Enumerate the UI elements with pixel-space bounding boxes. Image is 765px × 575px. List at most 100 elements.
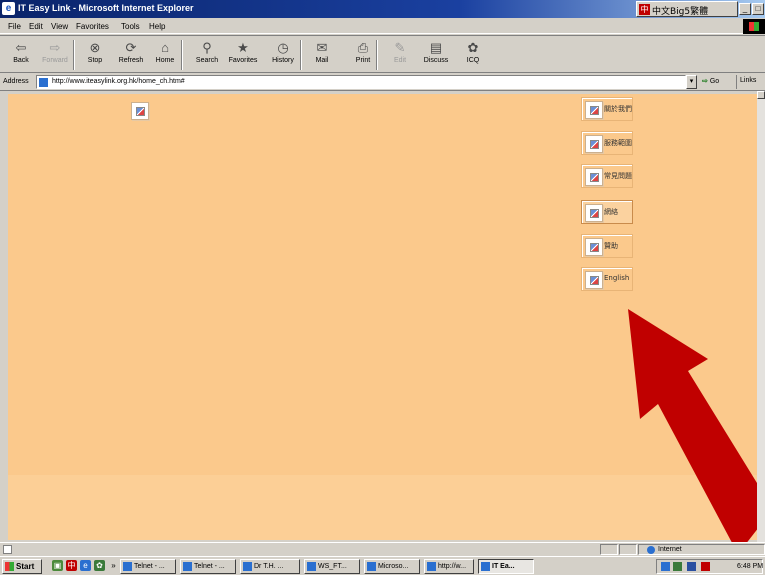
- nav-item[interactable]: 常見問題: [581, 164, 633, 188]
- forward-arrow-icon: ⇨: [49, 40, 61, 55]
- links-button[interactable]: Links: [736, 75, 759, 89]
- history-icon: ◷: [277, 40, 289, 55]
- stop-icon: ⊗: [89, 40, 101, 55]
- security-zone: Internet: [638, 544, 765, 555]
- ie-logo-icon[interactable]: e: [2, 2, 15, 15]
- nav-item-label: 常見問題: [604, 172, 632, 180]
- toolbar-history-button[interactable]: ◷ History: [265, 38, 301, 72]
- left-frame-border: [0, 91, 8, 542]
- quicklaunch-chinese-icon[interactable]: 中: [66, 560, 77, 571]
- standard-toolbar: ⇦ Back ⇨ Forward ⊗ Stop ⟳ Refresh ⌂ Home ⚲ Search ★ F…: [0, 35, 765, 73]
- task-label: Microso...: [378, 563, 409, 570]
- toolbar-mail-button[interactable]: ✉ Mail: [304, 38, 340, 72]
- toolbar-back-button[interactable]: ⇦ Back: [3, 38, 39, 72]
- nav-item-label: 服務範圍: [604, 139, 632, 147]
- address-url[interactable]: http://www.iteasylink.org.hk/home_ch.htm…: [52, 78, 185, 85]
- toolbar-button-label: Home: [155, 57, 175, 64]
- start-label: Start: [16, 562, 35, 571]
- taskbar-task-button[interactable]: Microso...: [364, 559, 420, 574]
- menu-favorites[interactable]: Favorites: [76, 22, 109, 31]
- broken-image-icon: [590, 209, 599, 218]
- toolbar-icq-button[interactable]: ✿ ICQ: [455, 38, 491, 72]
- nav-item[interactable]: 服務範圍: [581, 131, 633, 155]
- quicklaunch-more-button[interactable]: »: [108, 560, 119, 571]
- input-method-tray-icon[interactable]: [687, 562, 696, 571]
- menu-tools[interactable]: Tools: [121, 22, 140, 31]
- quicklaunch-app-icon[interactable]: ✿: [94, 560, 105, 571]
- nav-item-label: 網絡: [604, 208, 618, 216]
- quicklaunch-ie-icon[interactable]: e: [80, 560, 91, 571]
- toolbar-favorites-button[interactable]: ★ Favorites: [225, 38, 261, 72]
- broken-image-placeholder[interactable]: [131, 102, 149, 120]
- nav-item[interactable]: English: [581, 267, 633, 291]
- toolbar-discuss-button[interactable]: ▤ Discuss: [418, 38, 454, 72]
- taskbar-task-button[interactable]: Telnet - ...: [180, 559, 236, 574]
- mail-icon: ✉: [316, 40, 328, 55]
- menu-bar: File Edit View Favorites Tools Help: [0, 18, 765, 34]
- broken-image-placeholder: [585, 238, 603, 256]
- task-app-icon: [427, 562, 436, 571]
- toolbar-edit-button[interactable]: ✎ Edit: [382, 38, 418, 72]
- nav-item[interactable]: 網絡: [581, 200, 633, 224]
- chinese-tray-icon[interactable]: [701, 562, 710, 571]
- status-bar: Internet: [0, 542, 765, 555]
- vertical-scrollbar[interactable]: [757, 91, 765, 542]
- windows-throbber-icon: [743, 19, 765, 34]
- broken-image-icon: [590, 243, 599, 252]
- scroll-up-button[interactable]: [757, 91, 765, 99]
- menu-help[interactable]: Help: [149, 22, 165, 31]
- internet-globe-icon: [647, 546, 655, 554]
- toolbar-button-label: History: [272, 57, 294, 64]
- toolbar-home-button[interactable]: ⌂ Home: [147, 38, 183, 72]
- ime-indicator[interactable]: 中 中文Big5繁體: [636, 1, 738, 17]
- task-app-icon: [481, 562, 490, 571]
- taskbar-task-button[interactable]: http://w...: [424, 559, 474, 574]
- network-tray-icon[interactable]: [661, 562, 670, 571]
- nav-item[interactable]: 贊助: [581, 234, 633, 258]
- taskbar: Start ▣ 中 e ✿ » Telnet - ... Telnet - ...…: [0, 556, 765, 575]
- start-button[interactable]: Start: [2, 559, 42, 574]
- taskbar-task-button[interactable]: WS_FT...: [304, 559, 360, 574]
- pointer-arrow-shape: [628, 309, 765, 554]
- refresh-icon: ⟳: [125, 40, 137, 55]
- system-tray: 6:48 PM: [656, 559, 763, 574]
- toolbar-button-label: Mail: [315, 57, 329, 64]
- status-panel: [619, 544, 637, 555]
- broken-image-placeholder: [585, 135, 603, 153]
- toolbar-button-label: Back: [13, 57, 29, 64]
- address-dropdown-button[interactable]: ▾: [686, 75, 697, 89]
- minimize-button[interactable]: _: [739, 3, 751, 15]
- nav-item[interactable]: 關於我們: [581, 97, 633, 121]
- address-label: Address: [3, 78, 29, 85]
- toolbar-button-label: Refresh: [118, 57, 144, 64]
- zone-label: Internet: [658, 546, 682, 553]
- toolbar-separator: [73, 40, 75, 70]
- window-title: IT Easy Link - Microsoft Internet Explor…: [18, 3, 194, 13]
- toolbar-forward-button[interactable]: ⇨ Forward: [37, 38, 73, 72]
- menu-view[interactable]: View: [51, 22, 68, 31]
- toolbar-stop-button[interactable]: ⊗ Stop: [77, 38, 113, 72]
- task-label: http://w...: [438, 563, 467, 570]
- address-input[interactable]: http://www.iteasylink.org.hk/home_ch.htm…: [36, 75, 686, 89]
- windows-flag-icon: [5, 562, 14, 571]
- title-bar[interactable]: e IT Easy Link - Microsoft Internet Expl…: [0, 0, 765, 18]
- back-arrow-icon: ⇦: [15, 40, 27, 55]
- broken-image-placeholder: [585, 204, 603, 222]
- toolbar-refresh-button[interactable]: ⟳ Refresh: [113, 38, 149, 72]
- taskbar-task-button[interactable]: IT Ea...: [478, 559, 534, 574]
- toolbar-separator: [181, 40, 183, 70]
- taskbar-task-button[interactable]: Telnet - ...: [120, 559, 176, 574]
- taskbar-task-button[interactable]: Dr T.H. ...: [240, 559, 300, 574]
- go-button[interactable]: ⇨ Go: [702, 77, 719, 85]
- broken-image-icon: [136, 107, 145, 116]
- discuss-icon: ▤: [429, 40, 443, 55]
- toolbar-button-label: Favorites: [228, 57, 258, 64]
- quicklaunch-desktop-icon[interactable]: ▣: [52, 560, 63, 571]
- clock: 6:48 PM: [737, 563, 764, 570]
- volume-tray-icon[interactable]: [673, 562, 682, 571]
- menu-edit[interactable]: Edit: [29, 22, 43, 31]
- toolbar-search-button[interactable]: ⚲ Search: [189, 38, 225, 72]
- menu-file[interactable]: File: [8, 22, 21, 31]
- maximize-button[interactable]: □: [752, 3, 764, 15]
- toolbar-separator: [376, 40, 378, 70]
